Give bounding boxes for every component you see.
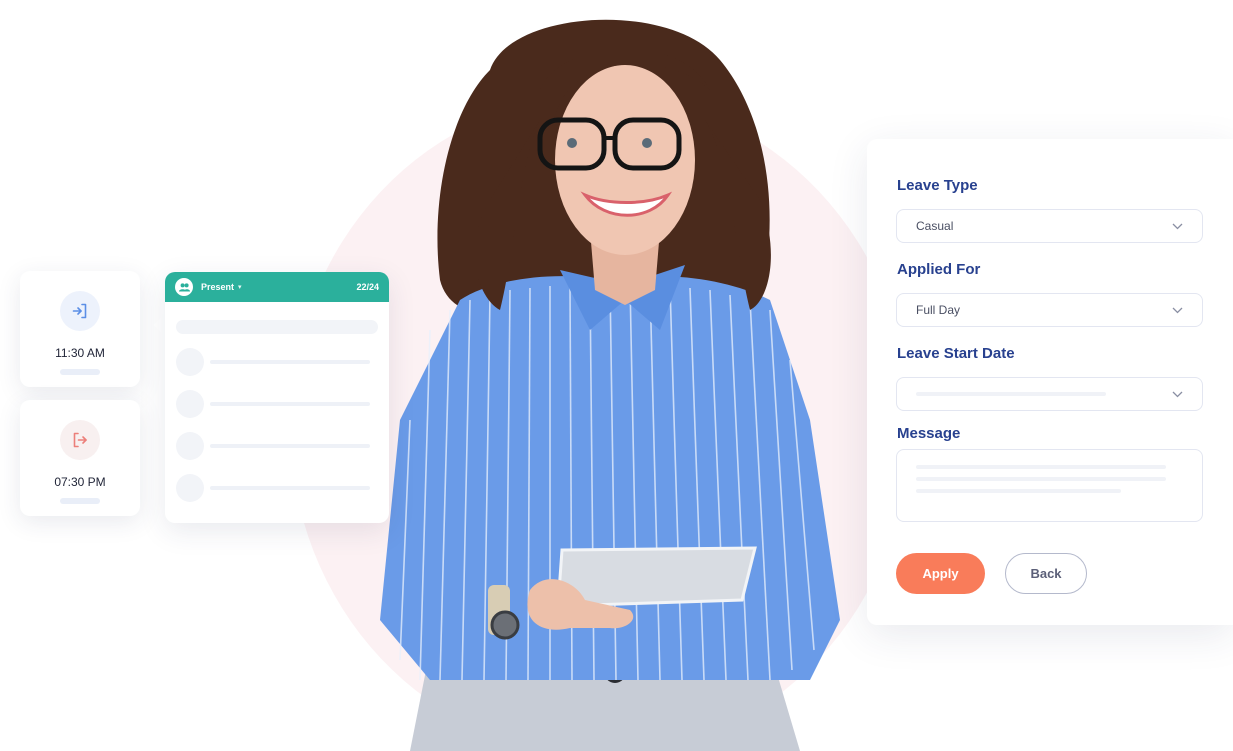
leave-type-select[interactable]: Casual bbox=[896, 209, 1203, 243]
avatar bbox=[176, 390, 204, 418]
search-placeholder bbox=[176, 320, 378, 334]
avatar bbox=[176, 348, 204, 376]
placeholder-bar bbox=[60, 498, 100, 504]
placeholder-line bbox=[210, 402, 370, 406]
attendance-count: 22/24 bbox=[356, 282, 379, 292]
attendance-header: Present ▾ 22/24 bbox=[165, 272, 389, 302]
people-icon bbox=[175, 278, 193, 296]
person-photo bbox=[380, 19, 840, 751]
placeholder-line bbox=[916, 465, 1166, 469]
placeholder-line bbox=[916, 477, 1166, 481]
placeholder-bar bbox=[60, 369, 100, 375]
message-textarea[interactable] bbox=[896, 449, 1203, 522]
check-out-time: 07:30 PM bbox=[54, 475, 106, 489]
applied-for-label: Applied For bbox=[897, 261, 981, 278]
placeholder-line bbox=[210, 444, 370, 448]
list-item bbox=[176, 390, 389, 418]
placeholder-line bbox=[916, 489, 1121, 493]
chevron-down-icon bbox=[1172, 307, 1183, 314]
attendance-status-dropdown[interactable]: Present bbox=[201, 282, 234, 292]
login-arrow-icon bbox=[60, 291, 100, 331]
leave-start-date-select[interactable] bbox=[896, 377, 1203, 411]
logout-arrow-icon bbox=[60, 420, 100, 460]
chevron-down-icon bbox=[1172, 391, 1183, 398]
placeholder-line bbox=[210, 486, 370, 490]
leave-type-label: Leave Type bbox=[897, 177, 978, 194]
check-in-card: 11:30 AM bbox=[20, 271, 140, 387]
leave-application-form: Leave Type Casual Applied For Full Day L… bbox=[867, 139, 1233, 625]
message-label: Message bbox=[897, 425, 961, 442]
leave-start-date-label: Leave Start Date bbox=[897, 345, 1015, 362]
caret-down-icon[interactable]: ▾ bbox=[238, 283, 242, 291]
chevron-down-icon bbox=[1172, 223, 1183, 230]
applied-for-value: Full Day bbox=[916, 303, 961, 317]
check-out-card: 07:30 PM bbox=[20, 400, 140, 516]
leave-type-value: Casual bbox=[916, 219, 954, 233]
list-item bbox=[176, 474, 389, 502]
attendance-panel: Present ▾ 22/24 bbox=[165, 272, 389, 523]
avatar bbox=[176, 432, 204, 460]
list-item bbox=[176, 432, 389, 460]
apply-button[interactable]: Apply bbox=[896, 553, 985, 594]
check-in-time: 11:30 AM bbox=[55, 346, 105, 360]
placeholder-line bbox=[916, 392, 1106, 396]
avatar bbox=[176, 474, 204, 502]
back-button[interactable]: Back bbox=[1005, 553, 1087, 594]
applied-for-select[interactable]: Full Day bbox=[896, 293, 1203, 327]
placeholder-line bbox=[210, 360, 370, 364]
list-item bbox=[176, 348, 389, 376]
